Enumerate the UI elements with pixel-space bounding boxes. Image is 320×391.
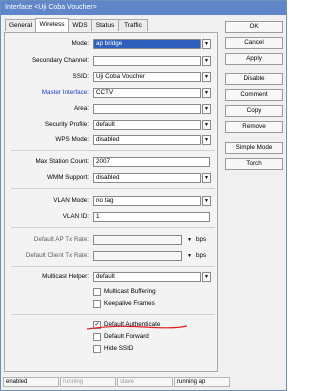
- chevron-down-icon[interactable]: ▼: [202, 196, 211, 206]
- chevron-down-icon[interactable]: ▼: [202, 173, 211, 183]
- chevron-down-icon[interactable]: ▼: [202, 104, 211, 114]
- secondary-channel-field[interactable]: [93, 56, 201, 66]
- master-interface-field[interactable]: CCTV: [93, 88, 201, 98]
- multicast-buffering-label: Multicast Buffering: [104, 288, 156, 295]
- separator: [11, 188, 215, 189]
- chevron-down-icon[interactable]: ▼: [202, 135, 211, 145]
- max-station-count-label: Max Station Count:: [35, 158, 89, 165]
- window-title: Interface <Uji Coba Voucher>: [1, 1, 286, 15]
- simple-mode-button[interactable]: Simple Mode: [225, 142, 283, 154]
- max-station-count-field[interactable]: 2007: [93, 157, 210, 167]
- vlan-mode-label: VLAN Mode:: [53, 197, 89, 204]
- chevron-down-icon[interactable]: ▼: [202, 272, 211, 282]
- vlan-mode-field[interactable]: no tag: [93, 196, 201, 206]
- wmm-support-field[interactable]: disabled: [93, 173, 201, 183]
- wireless-panel: Mode: ap bridge ▼ Secondary Channel: ▼ S…: [4, 32, 218, 372]
- wmm-support-label: WMM Support:: [47, 174, 89, 181]
- status-slave: slave: [117, 377, 173, 387]
- client-tx-rate-unit: bps: [196, 252, 207, 259]
- separator: [11, 150, 215, 151]
- security-profile-field[interactable]: default: [93, 120, 201, 130]
- chevron-down-icon[interactable]: ▼: [202, 39, 211, 49]
- chevron-down-icon[interactable]: ▼: [202, 88, 211, 98]
- area-field[interactable]: [93, 104, 201, 114]
- status-enabled: enabled: [3, 377, 59, 387]
- mode-field[interactable]: ap bridge: [93, 39, 201, 49]
- area-label: Area:: [73, 105, 89, 112]
- red-underline-annotation: [86, 325, 188, 330]
- status-bar: enabled running slave running ap: [1, 375, 286, 391]
- keepalive-frames-checkbox[interactable]: [93, 300, 101, 308]
- multicast-buffering-checkbox[interactable]: [93, 288, 101, 296]
- copy-button[interactable]: Copy: [225, 105, 283, 117]
- default-client-tx-rate-field[interactable]: [93, 251, 182, 261]
- vlan-id-field[interactable]: 1: [93, 212, 210, 222]
- interface-window: Interface <Uji Coba Voucher> General Wir…: [0, 0, 287, 391]
- master-interface-label[interactable]: Master Interface:: [5, 89, 89, 96]
- separator: [11, 266, 215, 267]
- separator: [11, 314, 215, 315]
- ssid-field[interactable]: Uji Coba Voucher: [93, 72, 201, 82]
- multicast-helper-label: Multicast Helper:: [42, 273, 89, 280]
- remove-button[interactable]: Remove: [225, 121, 283, 133]
- torch-button[interactable]: Torch: [225, 158, 283, 170]
- multicast-helper-field[interactable]: default: [93, 272, 201, 282]
- chevron-down-icon[interactable]: ▼: [187, 235, 192, 245]
- tab-wds[interactable]: WDS: [68, 19, 92, 31]
- default-forward-checkbox[interactable]: [93, 333, 101, 341]
- tab-traffic[interactable]: Traffic: [118, 19, 148, 31]
- default-client-tx-rate-label: Default Client Tx Rate:: [25, 252, 89, 259]
- tab-status[interactable]: Status: [91, 19, 119, 31]
- disable-button[interactable]: Disable: [225, 73, 283, 85]
- default-ap-tx-rate-label: Default AP Tx Rate:: [33, 236, 89, 243]
- mode-label: Mode:: [71, 40, 89, 47]
- wps-mode-field[interactable]: disabled: [93, 135, 201, 145]
- tab-general[interactable]: General: [5, 19, 36, 31]
- ok-button[interactable]: OK: [225, 21, 283, 33]
- hide-ssid-label: Hide SSID: [104, 345, 134, 352]
- chevron-down-icon[interactable]: ▼: [202, 56, 211, 66]
- apply-button[interactable]: Apply: [225, 53, 283, 65]
- cancel-button[interactable]: Cancel: [225, 37, 283, 49]
- ap-tx-rate-unit: bps: [196, 236, 207, 243]
- wps-mode-label: WPS Mode:: [55, 136, 89, 143]
- chevron-down-icon[interactable]: ▼: [202, 120, 211, 130]
- separator: [11, 227, 215, 228]
- status-running-ap: running ap: [174, 377, 230, 387]
- chevron-down-icon[interactable]: ▼: [187, 251, 192, 261]
- default-ap-tx-rate-field[interactable]: [93, 235, 182, 245]
- vlan-id-label: VLAN ID:: [62, 213, 89, 220]
- security-profile-label: Security Profile:: [44, 121, 89, 128]
- default-forward-label: Default Forward: [104, 333, 149, 340]
- hide-ssid-checkbox[interactable]: [93, 345, 101, 353]
- status-running: running: [60, 377, 116, 387]
- comment-button[interactable]: Comment: [225, 89, 283, 101]
- tab-wireless[interactable]: Wireless: [35, 18, 69, 32]
- ssid-label: SSID:: [72, 73, 89, 80]
- keepalive-frames-label: Keepalive Frames: [104, 300, 155, 307]
- secondary-channel-label: Secondary Channel:: [31, 57, 89, 64]
- chevron-down-icon[interactable]: ▼: [202, 72, 211, 82]
